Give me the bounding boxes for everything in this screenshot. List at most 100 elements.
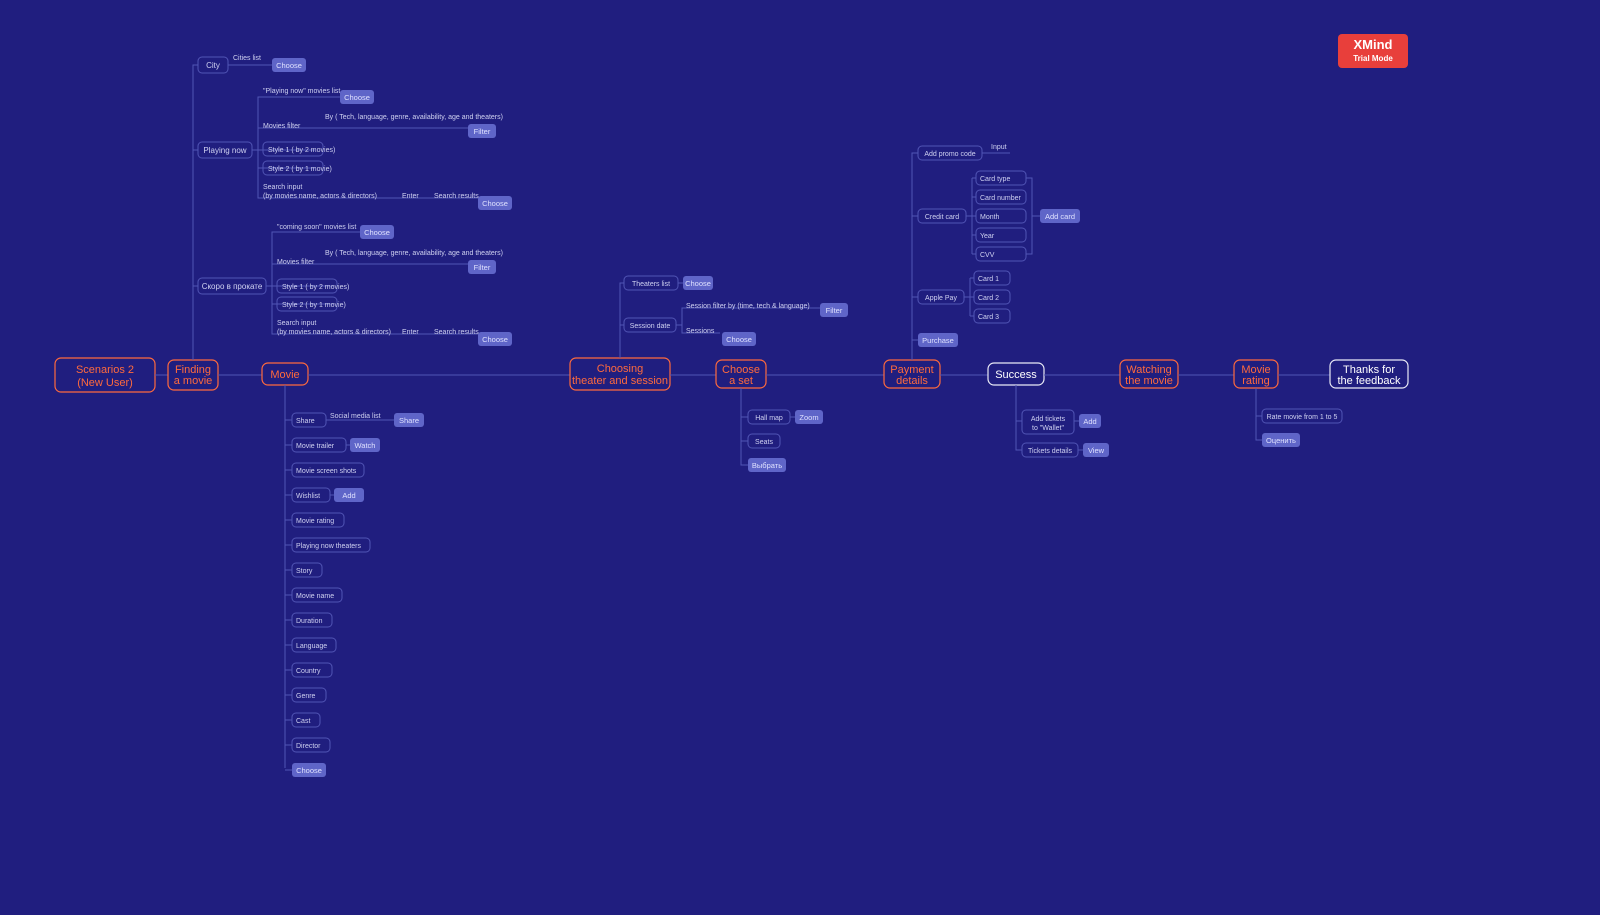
pn-search-l2: (by movies name, actors & directors)	[263, 193, 377, 200]
choose-set-node[interactable]: Choose a set	[716, 360, 766, 388]
svg-text:Card 2: Card 2	[978, 295, 999, 302]
city-node[interactable]: City	[198, 57, 228, 73]
svg-text:Movie screen shots: Movie screen shots	[296, 468, 357, 475]
hall-map-node[interactable]: Hall map	[748, 410, 790, 424]
session-filter-btn[interactable]: Filter	[820, 303, 848, 317]
svg-text:Genre: Genre	[296, 693, 316, 700]
svg-text:Year: Year	[980, 233, 995, 240]
cs-results-choose-btn[interactable]: Choose	[478, 332, 512, 346]
theaters-choose-btn[interactable]: Choose	[683, 276, 713, 290]
svg-text:Session date: Session date	[630, 323, 671, 330]
svg-text:Choosing: Choosing	[597, 363, 643, 375]
sessions-choose-btn[interactable]: Choose	[722, 332, 756, 346]
cs-search-l1: Search input	[277, 320, 316, 327]
rate-movie-node[interactable]: Rate movie from 1 to 5	[1262, 409, 1342, 423]
svg-text:rating: rating	[1242, 375, 1270, 387]
add-wallet-node[interactable]: Add tickets to "Wallet"	[1022, 410, 1074, 434]
svg-text:Share: Share	[399, 416, 419, 425]
session-date-node[interactable]: Session date	[624, 318, 676, 332]
svg-text:Оценить: Оценить	[1266, 436, 1296, 445]
svg-text:Theaters list: Theaters list	[632, 281, 670, 288]
add-promo-node[interactable]: Add promo code	[918, 146, 982, 160]
payment-details-node[interactable]: Payment details	[884, 360, 940, 388]
svg-text:Seats: Seats	[755, 439, 773, 446]
playing-now-node[interactable]: Playing now	[198, 142, 252, 158]
pn-style2-node[interactable]: Style 2 ( by 1 movie)	[263, 161, 332, 175]
xmind-watermark: XMind Trial Mode	[1338, 34, 1408, 68]
svg-text:Month: Month	[980, 214, 1000, 221]
svg-text:Choose: Choose	[344, 93, 370, 102]
pn-list-label: "Playing now" movies list	[263, 88, 340, 95]
thanks-node[interactable]: Thanks for the feedback	[1330, 360, 1408, 388]
city-choose-btn[interactable]: Choose	[272, 58, 306, 72]
wallet-add-btn[interactable]: Add	[1079, 414, 1101, 428]
svg-text:Скоро в прокате: Скоро в прокате	[202, 282, 263, 291]
tickets-details-node[interactable]: Tickets details	[1022, 443, 1078, 457]
pn-list-choose-btn[interactable]: Choose	[340, 90, 374, 104]
svg-text:Trial Mode: Trial Mode	[1353, 54, 1393, 63]
svg-text:Zoom: Zoom	[799, 413, 818, 422]
theaters-list-node[interactable]: Theaters list	[624, 276, 678, 290]
zoom-btn[interactable]: Zoom	[795, 410, 823, 424]
svg-text:Playing now theaters: Playing now theaters	[296, 543, 361, 550]
svg-text:to "Wallet": to "Wallet"	[1032, 425, 1064, 432]
watching-movie-node[interactable]: Watching the movie	[1120, 360, 1178, 388]
ocenit-btn[interactable]: Оценить	[1262, 433, 1300, 447]
svg-text:Country: Country	[296, 668, 321, 675]
svg-text:Filter: Filter	[826, 306, 843, 315]
credit-card-node[interactable]: Credit card	[918, 209, 966, 223]
cs-list-choose-btn[interactable]: Choose	[360, 225, 394, 239]
vybrat-btn[interactable]: Выбрать	[748, 458, 786, 472]
cs-enter-label: Enter	[402, 329, 419, 336]
cs-style2-node[interactable]: Style 2 ( by 1 movie)	[277, 297, 346, 311]
svg-text:Cast: Cast	[296, 718, 310, 725]
pn-filter-desc1: By ( Tech, language, genre, availability…	[325, 114, 503, 121]
svg-text:Add tickets: Add tickets	[1031, 416, 1066, 423]
svg-text:Add: Add	[342, 491, 355, 500]
svg-text:Apple Pay: Apple Pay	[925, 295, 957, 302]
seats-node[interactable]: Seats	[748, 434, 780, 448]
apple-pay-node[interactable]: Apple Pay	[918, 290, 964, 304]
svg-text:Choose: Choose	[726, 335, 752, 344]
finding-movie-node[interactable]: Finding a movie	[168, 360, 218, 390]
svg-text:Director: Director	[296, 743, 321, 750]
cs-results-label: Search results	[434, 329, 479, 336]
add-card-btn[interactable]: Add card	[1040, 209, 1080, 223]
coming-soon-node[interactable]: Скоро в прокате	[198, 278, 266, 294]
tickets-view-btn[interactable]: View	[1083, 443, 1109, 457]
movie-rating-node[interactable]: Movie rating	[1234, 360, 1278, 388]
cities-list-label: Cities list	[233, 55, 261, 62]
svg-text:Choose: Choose	[276, 61, 302, 70]
svg-text:the feedback: the feedback	[1338, 375, 1401, 387]
svg-text:Choose: Choose	[482, 199, 508, 208]
svg-text:Movie: Movie	[270, 369, 299, 381]
root-node[interactable]: Scenarios 2 (New User)	[55, 358, 155, 392]
choosing-theater-node[interactable]: Choosing theater and session	[570, 358, 670, 390]
svg-text:Card number: Card number	[980, 195, 1022, 202]
sessions-label: Sessions	[686, 328, 715, 335]
svg-text:Movie rating: Movie rating	[296, 518, 334, 525]
cs-style1-node[interactable]: Style 1 ( by 2 movies)	[277, 279, 349, 293]
movie-node[interactable]: Movie	[262, 363, 308, 385]
svg-text:details: details	[896, 375, 928, 387]
svg-text:Language: Language	[296, 643, 327, 650]
svg-text:Card type: Card type	[980, 176, 1010, 183]
svg-text:View: View	[1088, 446, 1105, 455]
pn-results-label: Search results	[434, 193, 479, 200]
svg-text:Social media list: Social media list	[330, 413, 381, 420]
svg-text:Style 1 ( by 2 movies): Style 1 ( by 2 movies)	[268, 147, 335, 154]
svg-text:Style 2 ( by 1 movie): Style 2 ( by 1 movie)	[282, 302, 346, 309]
svg-text:City: City	[206, 61, 220, 70]
svg-text:Scenarios 2: Scenarios 2	[76, 364, 134, 376]
svg-text:the movie: the movie	[1125, 375, 1173, 387]
cs-filter-btn[interactable]: Filter	[468, 260, 496, 274]
pn-results-choose-btn[interactable]: Choose	[478, 196, 512, 210]
pn-style1-node[interactable]: Style 1 ( by 2 movies)	[263, 142, 335, 156]
pn-filter-btn[interactable]: Filter	[468, 124, 496, 138]
purchase-btn[interactable]: Purchase	[918, 333, 958, 347]
svg-text:Add promo code: Add promo code	[924, 151, 975, 158]
success-node[interactable]: Success	[988, 363, 1044, 385]
cs-list-label: "coming soon" movies list	[277, 224, 356, 231]
svg-text:CVV: CVV	[980, 252, 995, 259]
svg-text:XMind: XMind	[1354, 37, 1393, 52]
